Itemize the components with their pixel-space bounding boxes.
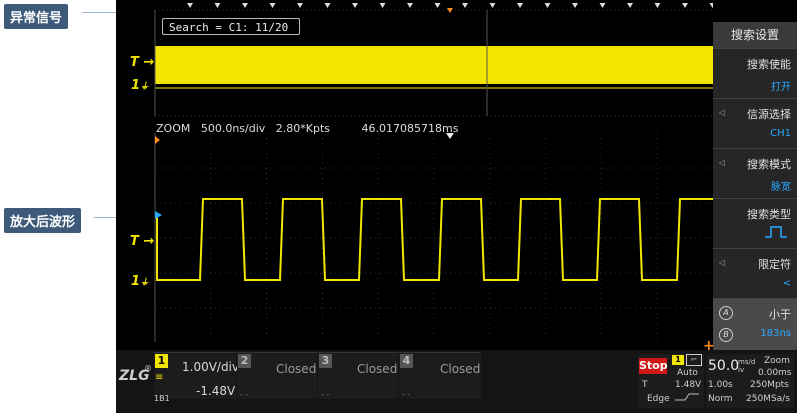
menu-source-select-value: CH1 bbox=[770, 128, 791, 139]
search-marker bbox=[654, 3, 661, 8]
menu-less-than-value: 183ns bbox=[760, 328, 791, 339]
acquire-mode: Norm bbox=[708, 394, 733, 404]
search-marker bbox=[352, 3, 358, 8]
search-marker bbox=[599, 3, 606, 8]
search-result-box: Search = C1: 11/20 bbox=[162, 18, 300, 35]
menu-search-mode-label: 搜索模式 bbox=[747, 158, 791, 171]
menu-search-type-label: 搜索类型 bbox=[747, 208, 791, 221]
channel-3-badge: 3 bbox=[319, 354, 332, 368]
search-marker bbox=[187, 3, 193, 8]
menu-search-type[interactable]: 搜索类型 bbox=[713, 198, 797, 248]
zoom-channel-label: 1⏚ bbox=[131, 274, 150, 289]
channel-1-offset: -1.48V bbox=[196, 384, 236, 398]
knob-b-icon: B bbox=[719, 328, 733, 342]
pulse-type-icon bbox=[765, 226, 787, 238]
zoom-value: 0.00ms bbox=[758, 368, 792, 378]
menu-qualifier-value: < bbox=[782, 278, 791, 289]
timebase-value: 50.0 bbox=[708, 358, 740, 374]
zoom-label: Zoom bbox=[764, 356, 790, 366]
menu-search-mode[interactable]: ◁ 搜索模式 脉宽 bbox=[713, 148, 797, 198]
search-marker bbox=[682, 3, 688, 8]
callout-abnormal-signal: 异常信号 bbox=[4, 4, 69, 29]
channel-1-sub: 1B1 bbox=[154, 394, 170, 403]
channel-4-dash: - - bbox=[402, 390, 411, 399]
menu-qualifier-label: 限定符 bbox=[758, 258, 791, 271]
channel-3-state: Closed bbox=[357, 362, 398, 376]
waveform-display bbox=[154, 3, 713, 342]
menu-search-mode-value: 脉宽 bbox=[771, 182, 791, 193]
search-marker bbox=[379, 3, 386, 8]
search-markers bbox=[187, 3, 713, 8]
search-marker bbox=[489, 3, 496, 8]
zoom-trigger-label: T → bbox=[130, 234, 155, 249]
menu-search-enable-value: 打开 bbox=[771, 82, 791, 93]
search-marker bbox=[242, 3, 248, 8]
search-marker bbox=[407, 3, 413, 8]
sample-rate: 250MSa/s bbox=[746, 394, 790, 404]
overview-trigger-label: T → bbox=[130, 55, 155, 70]
registered-icon: ® bbox=[144, 364, 152, 373]
menu-source-select-label: 信源选择 bbox=[747, 108, 791, 121]
channel-4-state: Closed bbox=[440, 362, 481, 376]
channel-1-volts: 1.00V/div bbox=[182, 360, 240, 374]
menu-source-select[interactable]: ◁ 信源选择 CH1 bbox=[713, 98, 797, 148]
menu-title: 搜索设置 bbox=[713, 22, 797, 48]
channel-1-coupling-icon: ≡ bbox=[155, 372, 164, 383]
menu-less-than[interactable]: A B 小于 183ns bbox=[713, 298, 797, 350]
trigger-edge-icon: ⌐ bbox=[686, 354, 702, 366]
search-marker bbox=[462, 3, 468, 8]
menu-qualifier[interactable]: ◁ 限定符 < bbox=[713, 248, 797, 298]
zoom-waveform-trace bbox=[155, 198, 713, 281]
search-marker bbox=[572, 3, 578, 8]
rising-edge-icon bbox=[675, 393, 699, 401]
zoom-left-marker bbox=[155, 136, 160, 144]
search-marker bbox=[269, 3, 276, 8]
timebase-unit: ms/div bbox=[738, 358, 756, 374]
menu-less-than-label: 小于 bbox=[769, 308, 791, 321]
menu-search-enable[interactable]: 搜索使能 打开 bbox=[713, 48, 797, 98]
menu-search-enable-label: 搜索使能 bbox=[747, 58, 791, 71]
overview-channel-label: 1⏚ bbox=[131, 78, 150, 93]
trigger-level: 1.48V bbox=[675, 380, 702, 390]
search-marker bbox=[214, 3, 221, 8]
trigger-mode: Auto bbox=[677, 368, 698, 378]
channel-2-dash: - - bbox=[240, 390, 249, 399]
search-marker bbox=[434, 3, 441, 8]
chevron-left-icon: ◁ bbox=[719, 108, 726, 117]
timebase-position: 1.00s bbox=[708, 380, 733, 390]
search-marker bbox=[324, 3, 331, 8]
channel-2-badge: 2 bbox=[238, 354, 251, 368]
knob-a-icon: A bbox=[719, 306, 733, 320]
chevron-left-icon: ◁ bbox=[719, 158, 726, 167]
search-marker bbox=[627, 3, 633, 8]
channel-3-dash: - - bbox=[321, 390, 330, 399]
stop-badge[interactable]: Stop bbox=[639, 358, 668, 374]
search-marker bbox=[709, 3, 713, 8]
search-marker bbox=[517, 3, 523, 8]
zoom-grid bbox=[155, 133, 713, 342]
trigger-type: Edge bbox=[647, 394, 670, 404]
search-marker bbox=[544, 3, 551, 8]
search-marker bbox=[297, 3, 303, 8]
zoom-info-line: ZOOM 500.0ns/div 2.80*Kpts 46.017085718m… bbox=[156, 122, 459, 135]
callout-zoomed-waveform: 放大后波形 bbox=[4, 208, 82, 233]
channel-4-badge: 4 bbox=[400, 354, 413, 368]
chevron-left-icon: ◁ bbox=[719, 258, 726, 267]
memory-depth: 250Mpts bbox=[750, 380, 789, 390]
trigger-t-label: T bbox=[642, 380, 648, 390]
overview-signal-block bbox=[155, 46, 713, 84]
trace-start-marker bbox=[155, 211, 162, 219]
channel-1-badge: 1 bbox=[155, 354, 168, 368]
channel-2-state: Closed bbox=[276, 362, 317, 376]
trigger-channel-badge: 1 bbox=[672, 355, 684, 365]
